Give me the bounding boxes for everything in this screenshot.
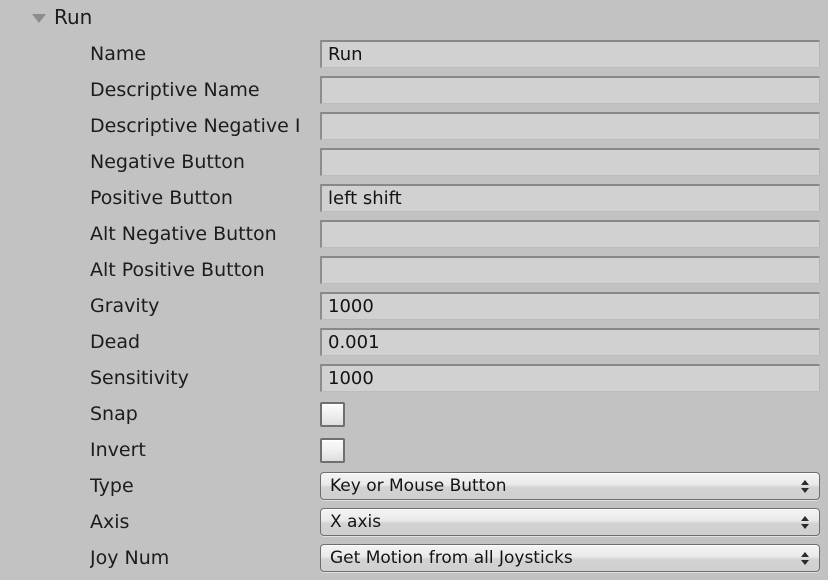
property-label: Gravity xyxy=(90,295,160,317)
property-row: Positive Button left shift xyxy=(0,180,828,216)
property-row: Gravity 1000 xyxy=(0,288,828,324)
property-label: Snap xyxy=(90,403,138,425)
property-label: Descriptive Name xyxy=(90,79,260,101)
property-control-wrap: X axis xyxy=(320,504,820,540)
chevron-up-down-icon[interactable] xyxy=(800,514,809,530)
text-input[interactable] xyxy=(320,112,820,140)
property-control-wrap: Run xyxy=(320,36,820,72)
property-row: Sensitivity 1000 xyxy=(0,360,828,396)
property-control-wrap: Get Motion from all Joysticks xyxy=(320,540,820,576)
dropdown-selected-value: Key or Mouse Button xyxy=(330,477,507,495)
chevron-up-down-icon[interactable] xyxy=(800,550,809,566)
dropdown-select[interactable]: Key or Mouse Button xyxy=(320,472,820,500)
property-label: Positive Button xyxy=(90,187,233,209)
property-label: Alt Negative Button xyxy=(90,223,277,245)
text-input[interactable] xyxy=(320,148,820,176)
text-input[interactable] xyxy=(320,256,820,284)
property-control-wrap: 0.001 xyxy=(320,324,820,360)
property-row: Type Key or Mouse Button xyxy=(0,468,828,504)
property-label: Negative Button xyxy=(90,151,245,173)
property-control-wrap xyxy=(320,72,820,108)
property-control-wrap: 1000 xyxy=(320,360,820,396)
property-control-wrap xyxy=(320,108,820,144)
property-control-wrap xyxy=(320,432,820,468)
property-row: Invert xyxy=(0,432,828,468)
checkbox[interactable] xyxy=(320,401,345,427)
arrow-up-icon xyxy=(800,479,809,485)
property-control-wrap xyxy=(320,144,820,180)
property-row: Negative Button xyxy=(0,144,828,180)
arrow-up-icon xyxy=(800,551,809,557)
text-input[interactable]: left shift xyxy=(320,184,820,212)
property-control-wrap: 1000 xyxy=(320,288,820,324)
dropdown-selected-value: Get Motion from all Joysticks xyxy=(330,549,573,567)
text-input[interactable] xyxy=(320,76,820,104)
checkbox[interactable] xyxy=(320,437,345,463)
property-label: Joy Num xyxy=(90,547,170,569)
property-control-wrap: left shift xyxy=(320,180,820,216)
input-axis-inspector-panel: Run Name Run Descriptive Name Descriptive N… xyxy=(0,0,828,580)
property-control-wrap: Key or Mouse Button xyxy=(320,468,820,504)
triangle-down-icon[interactable] xyxy=(32,13,46,23)
property-label: Name xyxy=(90,43,147,65)
property-row: Joy Num Get Motion from all Joysticks xyxy=(0,540,828,576)
property-control-wrap xyxy=(320,396,820,432)
dropdown-select[interactable]: X axis xyxy=(320,508,820,536)
text-input[interactable]: Run xyxy=(320,40,820,68)
property-label: Alt Positive Button xyxy=(90,259,265,281)
arrow-down-icon xyxy=(800,523,809,529)
property-control-wrap xyxy=(320,216,820,252)
property-row: Descriptive Name xyxy=(0,72,828,108)
property-row: Alt Negative Button xyxy=(0,216,828,252)
property-row: Dead 0.001 xyxy=(0,324,828,360)
property-label: Descriptive Negative I xyxy=(90,115,301,137)
dropdown-selected-value: X axis xyxy=(330,513,382,531)
foldout-header-run[interactable]: Run xyxy=(0,0,92,34)
dropdown-select[interactable]: Get Motion from all Joysticks xyxy=(320,544,820,572)
property-control-wrap xyxy=(320,252,820,288)
property-row: Descriptive Negative I xyxy=(0,108,828,144)
property-row: Axis X axis xyxy=(0,504,828,540)
text-input[interactable]: 1000 xyxy=(320,292,820,320)
property-row: Snap xyxy=(0,396,828,432)
text-input[interactable] xyxy=(320,220,820,248)
property-label: Type xyxy=(90,475,134,497)
text-input[interactable]: 1000 xyxy=(320,364,820,392)
property-label: Invert xyxy=(90,439,146,461)
chevron-up-down-icon[interactable] xyxy=(800,478,809,494)
property-row: Name Run xyxy=(0,36,828,72)
arrow-down-icon xyxy=(800,559,809,565)
property-label: Sensitivity xyxy=(90,367,189,389)
arrow-up-icon xyxy=(800,515,809,521)
property-label: Axis xyxy=(90,511,130,533)
foldout-label: Run xyxy=(54,5,93,29)
property-label: Dead xyxy=(90,331,141,353)
text-input[interactable]: 0.001 xyxy=(320,328,820,356)
property-row: Alt Positive Button xyxy=(0,252,828,288)
arrow-down-icon xyxy=(800,487,809,493)
